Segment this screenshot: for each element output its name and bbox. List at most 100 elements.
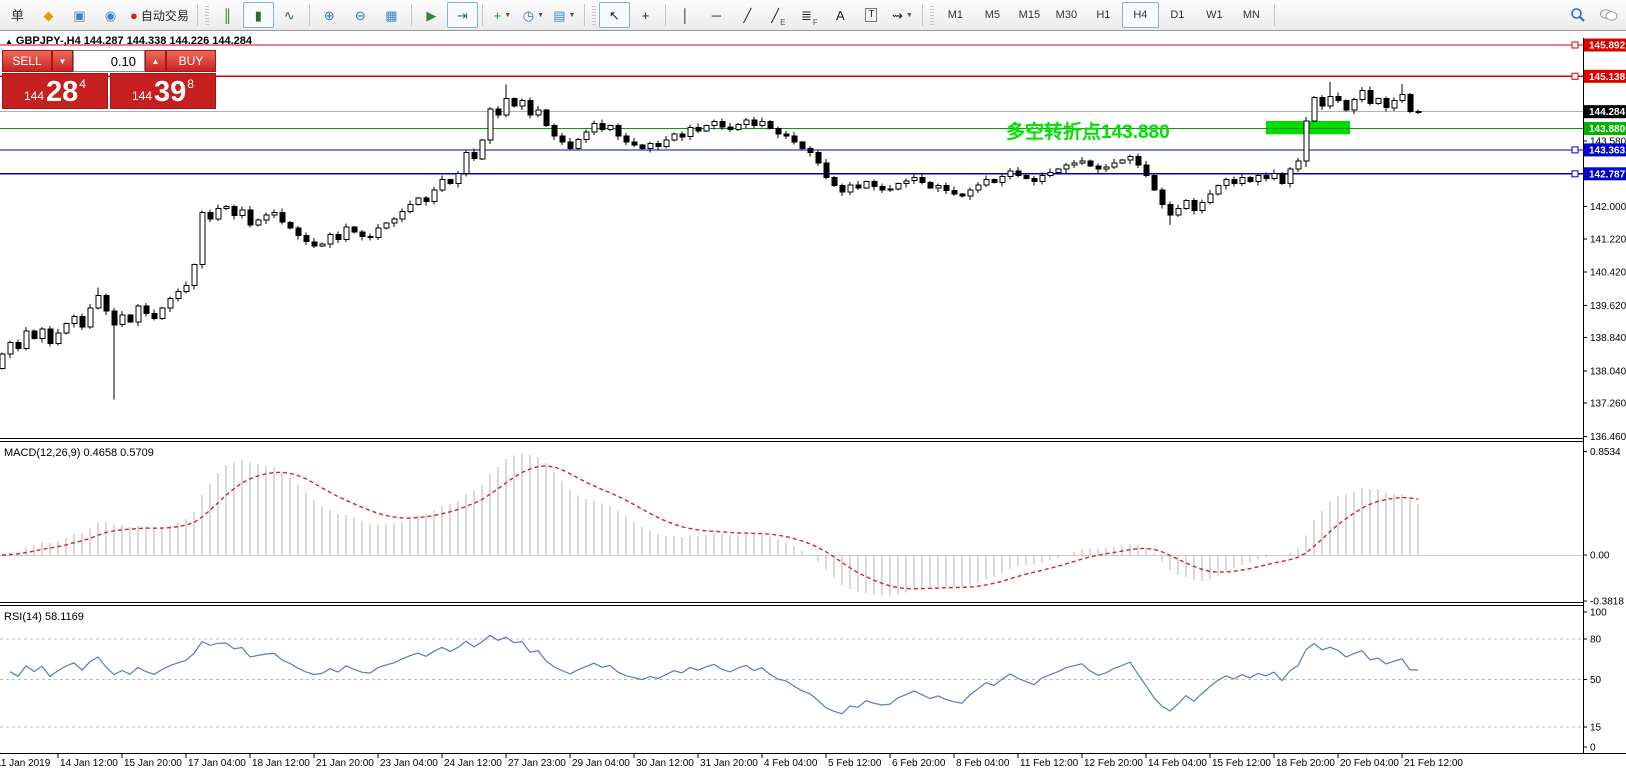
chart-shift-button[interactable]: ⇥: [447, 2, 478, 28]
toolbar-grip: [205, 5, 209, 25]
line-chart-icon: ∿: [284, 9, 295, 22]
auto-scroll-button[interactable]: ▶: [416, 2, 447, 28]
crosshair-icon: +: [642, 9, 650, 22]
signals-button[interactable]: ◉: [95, 2, 126, 28]
chat-button[interactable]: [1593, 2, 1624, 28]
vertical-line-button[interactable]: │: [670, 2, 701, 28]
svg-text:11 Feb 12:00: 11 Feb 12:00: [1020, 758, 1079, 769]
svg-text:138.840: 138.840: [1590, 333, 1626, 344]
svg-text:145.892: 145.892: [1589, 41, 1626, 52]
tile-windows-icon: ▦: [385, 9, 397, 22]
timeframe-mn-button[interactable]: MN: [1233, 2, 1270, 28]
buy-price-panel[interactable]: 144 39 8: [110, 73, 216, 109]
bar-chart-button[interactable]: ║: [212, 2, 243, 28]
svg-text:15 Jan 20:00: 15 Jan 20:00: [124, 758, 182, 769]
hline-handle[interactable]: [1572, 42, 1578, 48]
autotrading-icon: ●: [130, 9, 138, 22]
indicators-button[interactable]: +▼: [487, 2, 518, 28]
market-watch-icon: ◆: [44, 9, 54, 22]
crosshair-button[interactable]: +: [630, 2, 661, 28]
text-button[interactable]: A: [825, 2, 856, 28]
new-chart-icon: ▣: [73, 9, 85, 22]
svg-text:100: 100: [1590, 608, 1607, 619]
horizontal-line-icon: ─: [712, 9, 721, 22]
chat-icon: [1600, 8, 1618, 23]
sell-price-panel[interactable]: 144 28 4: [2, 73, 108, 109]
text-label-icon: T: [865, 8, 877, 22]
timeframe-m15-button[interactable]: M15: [1011, 2, 1048, 28]
templates-button[interactable]: ▤▼: [549, 2, 580, 28]
svg-text:6 Feb 20:00: 6 Feb 20:00: [892, 758, 946, 769]
svg-text:14 Feb 04:00: 14 Feb 04:00: [1148, 758, 1207, 769]
line-chart-button[interactable]: ∿: [274, 2, 305, 28]
cursor-button[interactable]: ↖: [599, 2, 630, 28]
sell-price-point: 4: [79, 77, 86, 91]
svg-text:24 Jan 12:00: 24 Jan 12:00: [444, 758, 502, 769]
zoom-out-button[interactable]: ⊖: [345, 2, 376, 28]
svg-text:-0.3818: -0.3818: [1590, 597, 1624, 608]
svg-text:139.620: 139.620: [1590, 301, 1626, 312]
chart-canvas[interactable]: 多空转折点143.880MACD(12,26,9) 0.4658 0.5709R…: [0, 0, 1626, 778]
text-icon: A: [836, 9, 845, 22]
volume-input[interactable]: [73, 50, 145, 72]
auto-scroll-icon: ▶: [426, 9, 436, 22]
volume-down-button[interactable]: ▼: [52, 50, 73, 72]
timeframe-w1-button[interactable]: W1: [1196, 2, 1233, 28]
buy-button[interactable]: BUY: [166, 50, 216, 72]
sell-button[interactable]: SELL: [2, 50, 52, 72]
templates-button-dropdown-icon[interactable]: ▼: [569, 12, 576, 19]
arrows-button[interactable]: ⇝▼: [887, 2, 918, 28]
svg-text:142.000: 142.000: [1590, 202, 1626, 213]
timeframe-m1-button[interactable]: M1: [937, 2, 974, 28]
symbol-period-label: GBPJPY-,H4: [16, 35, 81, 47]
svg-text:31 Jan 20:00: 31 Jan 20:00: [700, 758, 758, 769]
new-order-button[interactable]: 单: [2, 2, 33, 28]
fibonacci-icon: ≣: [801, 9, 812, 22]
svg-text:0.8534: 0.8534: [1590, 447, 1621, 458]
svg-text:136.460: 136.460: [1590, 432, 1626, 443]
candlestick-chart-button[interactable]: ▮: [243, 2, 274, 28]
hline-handle[interactable]: [1572, 171, 1578, 177]
search-icon: [1570, 7, 1586, 23]
cursor-icon: ↖: [609, 9, 620, 22]
channel-icon: ╱: [771, 9, 779, 22]
svg-text:141.220: 141.220: [1590, 234, 1626, 245]
bar-chart-icon: ║: [223, 9, 232, 22]
zoom-in-button[interactable]: ⊕: [314, 2, 345, 28]
arrows-button-dropdown-icon[interactable]: ▼: [906, 12, 913, 19]
channel-button[interactable]: ╱E: [763, 2, 794, 28]
svg-text:18 Feb 20:00: 18 Feb 20:00: [1276, 758, 1335, 769]
trendline-icon: ╱: [743, 9, 751, 22]
autotrading-button[interactable]: ●自动交易: [126, 2, 193, 28]
chart-shift-icon: ⇥: [457, 9, 468, 22]
horizontal-line-button[interactable]: ─: [701, 2, 732, 28]
timeframe-d1-button[interactable]: D1: [1159, 2, 1196, 28]
new-chart-button[interactable]: ▣: [64, 2, 95, 28]
text-label-button[interactable]: T: [856, 2, 887, 28]
svg-text:143.880: 143.880: [1589, 124, 1626, 135]
svg-text:18 Jan 12:00: 18 Jan 12:00: [252, 758, 310, 769]
buy-price-big-figure: 144: [132, 89, 152, 103]
svg-text:17 Jan 04:00: 17 Jan 04:00: [188, 758, 246, 769]
timeframe-h4-button[interactable]: H4: [1122, 2, 1159, 28]
periods-button[interactable]: ◷▼: [518, 2, 549, 28]
toolbar-grip: [592, 5, 596, 25]
trendline-button[interactable]: ╱: [732, 2, 763, 28]
periods-button-dropdown-icon[interactable]: ▼: [537, 12, 544, 19]
svg-text:140.420: 140.420: [1590, 268, 1626, 279]
hline-handle[interactable]: [1572, 73, 1578, 79]
search-button[interactable]: [1562, 2, 1593, 28]
market-watch-button[interactable]: ◆: [33, 2, 64, 28]
hline-handle[interactable]: [1572, 147, 1578, 153]
vertical-line-icon: │: [681, 9, 689, 22]
timeframe-m5-button[interactable]: M5: [974, 2, 1011, 28]
tile-windows-button[interactable]: ▦: [376, 2, 407, 28]
timeframe-m30-button[interactable]: M30: [1048, 2, 1085, 28]
chart-title: ▲GBPJPY-,H4 144.287 144.338 144.226 144.…: [5, 35, 252, 47]
indicators-button-dropdown-icon[interactable]: ▼: [504, 12, 511, 19]
collapse-arrow-icon[interactable]: ▲: [5, 37, 13, 46]
fibonacci-button[interactable]: ≣F: [794, 2, 825, 28]
timeframe-h1-button[interactable]: H1: [1085, 2, 1122, 28]
volume-up-button[interactable]: ▲: [145, 50, 166, 72]
periods-icon: ◷: [523, 9, 534, 22]
